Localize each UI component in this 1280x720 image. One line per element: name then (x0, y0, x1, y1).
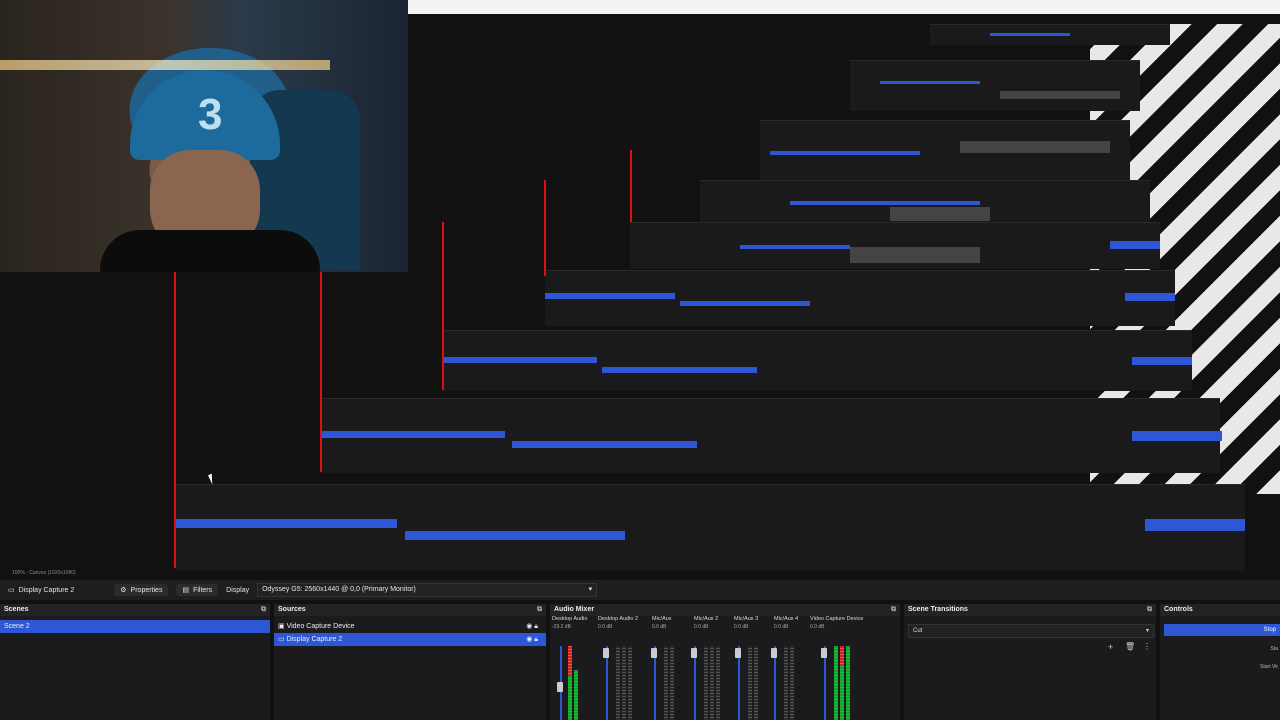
camera-icon: ▣ (278, 623, 287, 630)
fader-knob[interactable] (557, 682, 563, 692)
source-toolbar: ▭ Display Capture 2 ⚙ Properties ▤ Filters … (0, 580, 1280, 600)
fader-knob[interactable] (691, 648, 697, 658)
preview-layer (850, 60, 1140, 111)
source-item[interactable]: ▭ Display Capture 2 ◉ 🔒︎ (274, 633, 546, 646)
start-button[interactable]: Sta (1270, 646, 1278, 652)
lock-icon[interactable]: 🔒︎ (534, 623, 538, 630)
display-select[interactable]: Odyssey G5: 2560x1440 @ 0,0 (Primary Mon… (257, 583, 598, 597)
level-meter (716, 646, 720, 720)
audio-mixer-header: Audio Mixer ⧉ (550, 604, 900, 616)
level-meter (840, 666, 844, 720)
lock-icon[interactable]: 🔒︎ (534, 636, 538, 643)
level-meter (664, 646, 668, 720)
level-meter (784, 646, 788, 720)
transition-select[interactable]: Cut ▾ (908, 624, 1154, 638)
preview-layer (930, 24, 1170, 45)
zoom-label: 100% (12, 570, 25, 576)
canvas-status: 100% · Canvas (1920x1080) (12, 570, 76, 576)
preview-layer (630, 222, 1160, 269)
level-meter (840, 646, 844, 666)
red-divider (320, 272, 322, 472)
sources-header: Sources ⧉ (274, 604, 546, 616)
level-meter (616, 646, 620, 720)
level-meter (710, 646, 714, 720)
level-meter (568, 646, 572, 676)
level-meter (628, 646, 632, 720)
fader-knob[interactable] (651, 648, 657, 658)
level-meter (574, 670, 578, 720)
popout-icon[interactable]: ⧉ (261, 604, 266, 616)
plus-icon[interactable]: + (1108, 642, 1113, 652)
mixer-channel: Desktop Audio -29.2 dB (552, 616, 588, 630)
eye-icon[interactable]: ◉ (526, 623, 532, 630)
trash-icon[interactable]: 🗑︎ (1125, 642, 1135, 651)
level-meter (790, 646, 794, 720)
filter-icon: ▤ (182, 587, 190, 594)
kebab-icon[interactable]: ⋮ (1143, 642, 1151, 651)
preview-layer (545, 270, 1175, 326)
scenes-header: Scenes ⧉ (0, 604, 270, 616)
chevron-down-icon: ▾ (1145, 628, 1149, 634)
scenes-dock: Scenes ⧉ Scene 2 (0, 604, 270, 720)
fader-knob[interactable] (603, 648, 609, 658)
filters-button[interactable]: ▤ Filters (176, 584, 219, 596)
webcam-feed: 3 (0, 0, 408, 272)
scene-transitions-dock: Scene Transitions ⧉ (904, 604, 1156, 720)
stop-button[interactable]: Stop (1164, 624, 1280, 636)
source-item[interactable]: ▣ Video Capture Device ◉ 🔒︎ (274, 620, 546, 633)
level-meter (704, 646, 708, 720)
mixer-channel: Mic/Aux 0.0 dB (652, 616, 672, 630)
preview-layer (760, 120, 1130, 181)
popout-icon[interactable]: ⧉ (537, 604, 542, 616)
sources-dock: Sources ⧉ ▣ Video Capture Device ◉ 🔒︎ ▭ Di… (274, 604, 546, 720)
gear-icon: ⚙ (120, 587, 127, 594)
chevron-down-icon: ▾ (588, 586, 593, 593)
eye-icon[interactable]: ◉ (526, 636, 532, 643)
red-divider (630, 150, 632, 222)
level-meter (846, 646, 850, 720)
mixer-channel: Desktop Audio 2 0.0 dB (598, 616, 639, 630)
level-meter (834, 646, 838, 720)
red-divider (174, 272, 176, 568)
properties-button[interactable]: ⚙ Properties (114, 584, 169, 596)
fader-knob[interactable] (735, 648, 741, 658)
popout-icon[interactable]: ⧉ (891, 604, 896, 616)
controls-dock: Controls (1160, 604, 1280, 720)
canvas-label: Canvas (1920x1080) (29, 570, 76, 576)
start-virtual-camera-button[interactable]: Start Vir (1260, 664, 1278, 670)
display-label: Display (226, 586, 250, 594)
mixer-channels: Desktop Audio -29.2 dB Desktop Audio 2 0.0… (552, 616, 892, 720)
fader-knob[interactable] (771, 648, 777, 658)
monitor-icon: ▭ (278, 636, 287, 643)
source-name: Display Capture 2 (18, 586, 75, 594)
source-selection[interactable]: ▭ Display Capture 2 (8, 586, 75, 595)
red-divider (544, 180, 546, 276)
fader-knob[interactable] (821, 648, 827, 658)
popout-icon[interactable]: ⧉ (1147, 604, 1152, 616)
scene-transitions-header: Scene Transitions ⧉ (904, 604, 1156, 616)
mixer-channel: Video Capture Device 0.0 dB (810, 616, 864, 630)
level-meter (670, 646, 674, 720)
monitor-icon: ▭ (8, 587, 15, 594)
preview-layer (175, 484, 1245, 571)
level-meter (754, 646, 758, 720)
preview-layer (442, 330, 1192, 391)
mouse-cursor (208, 473, 216, 485)
red-divider (442, 222, 444, 390)
top-light-bar (408, 0, 1280, 14)
level-meter (622, 646, 626, 720)
scene-item[interactable]: Scene 2 (0, 620, 270, 633)
preview-layer (320, 398, 1222, 473)
controls-header: Controls (1160, 604, 1280, 616)
level-meter (568, 676, 572, 720)
level-meter (748, 646, 752, 720)
